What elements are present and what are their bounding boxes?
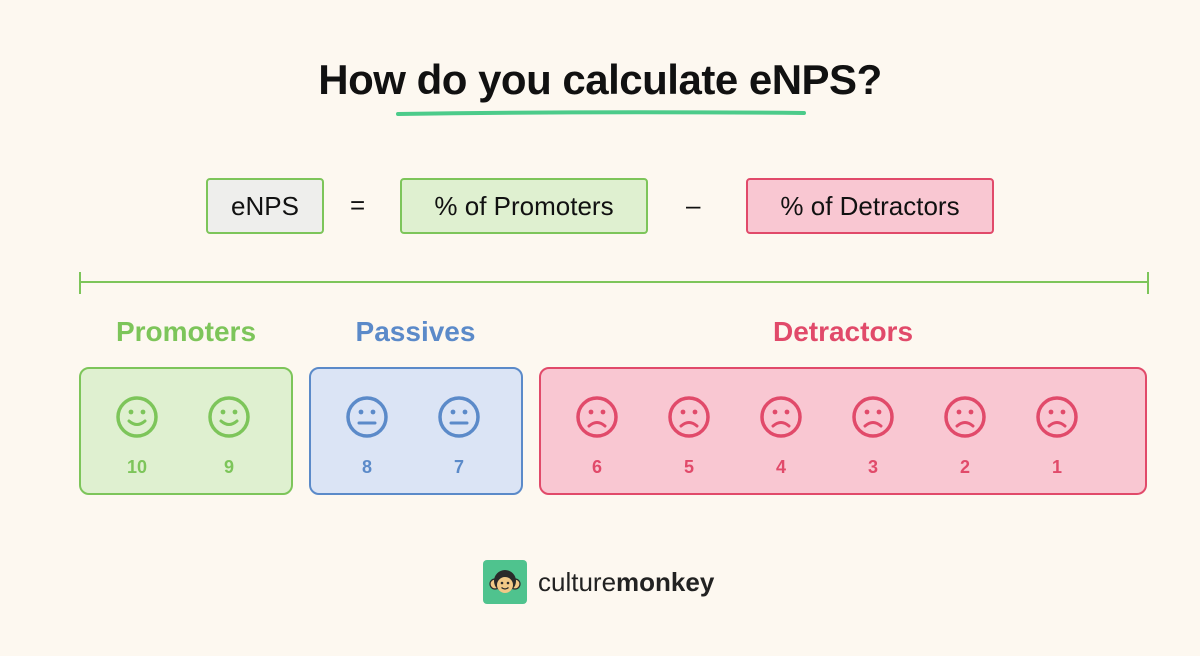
formula-promoters-box: % of Promoters — [400, 178, 648, 234]
score-item: 10 — [107, 395, 167, 478]
score-item: 4 — [751, 395, 811, 478]
passives-label: Passives — [355, 316, 476, 347]
score-value: 1 — [1051, 457, 1062, 477]
passives-group: 87 — [309, 367, 523, 495]
score-value: 5 — [683, 457, 694, 477]
formula-equals: = — [350, 190, 366, 220]
score-item: 2 — [935, 395, 995, 478]
title-underline — [396, 110, 806, 116]
score-item: 6 — [567, 395, 627, 478]
score-value: 3 — [867, 457, 878, 477]
culturemonkey-logo — [483, 560, 527, 604]
promoters-group: 10 9 — [79, 367, 293, 495]
score-item: 7 — [429, 395, 489, 478]
score-item: 9 — [199, 395, 259, 478]
formula-minus: – — [686, 190, 701, 220]
page-title: How do you calculate eNPS? — [318, 56, 882, 103]
score-value: 9 — [223, 457, 234, 477]
detractors-label: Detractors — [772, 316, 914, 347]
neutral-face-icon — [438, 396, 480, 438]
scale-line — [79, 272, 1149, 294]
monkey-face-icon — [489, 570, 521, 593]
sad-face-icon — [944, 396, 986, 438]
score-item: 8 — [337, 395, 397, 478]
score-value: 4 — [775, 457, 786, 477]
smile-face-icon — [116, 396, 158, 438]
promoters-label: Promoters — [115, 316, 257, 347]
brand-name: culturemonkey — [538, 567, 714, 598]
detractors-group: 6 5 4 3 2 1 — [539, 367, 1147, 495]
sad-face-icon — [760, 396, 802, 438]
score-item: 1 — [1027, 395, 1087, 478]
sad-face-icon — [1036, 396, 1078, 438]
score-value: 7 — [453, 457, 464, 477]
brand-name-light: culture — [538, 567, 617, 597]
brand-name-bold: monkey — [616, 567, 715, 597]
sad-face-icon — [576, 396, 618, 438]
smile-face-icon — [208, 396, 250, 438]
formula-enps-box: eNPS — [206, 178, 324, 234]
formula-detractors-box: % of Detractors — [746, 178, 994, 234]
score-value: 6 — [591, 457, 602, 477]
sad-face-icon — [668, 396, 710, 438]
sad-face-icon — [852, 396, 894, 438]
score-value: 8 — [361, 457, 372, 477]
score-value: 2 — [959, 457, 970, 477]
score-item: 5 — [659, 395, 719, 478]
score-item: 3 — [843, 395, 903, 478]
neutral-face-icon — [346, 396, 388, 438]
score-value: 10 — [126, 457, 148, 477]
